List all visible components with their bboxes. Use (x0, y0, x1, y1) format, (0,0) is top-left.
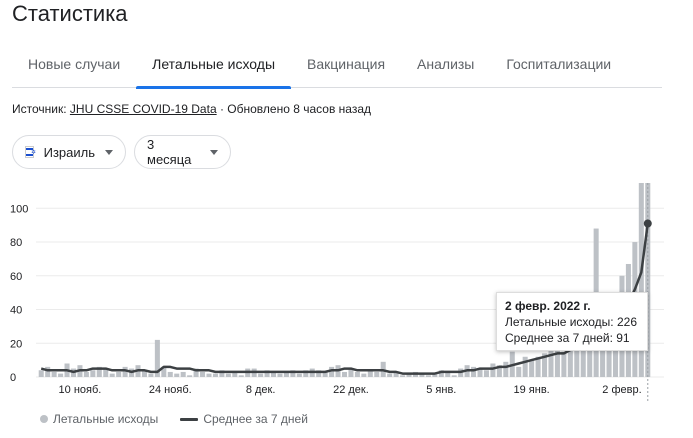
bar (277, 373, 283, 377)
x-tick-label: 10 нояб. (59, 384, 102, 396)
x-tick-label: 22 дек. (333, 384, 369, 396)
x-tick-label: 19 янв. (514, 384, 550, 396)
source-link[interactable]: JHU CSSE COVID-19 Data (70, 102, 217, 116)
bar (387, 373, 393, 377)
bar (109, 373, 115, 377)
source-prefix: Источник: (12, 102, 70, 116)
x-tick-label: 8 дек. (246, 384, 276, 396)
x-tick-label: 24 нояб. (149, 384, 192, 396)
tooltip-avg: Среднее за 7 дней: 91 (505, 331, 630, 345)
period-label: 3 месяца (147, 137, 192, 167)
y-tick-label: 80 (10, 237, 22, 249)
bar (374, 371, 380, 377)
bar (258, 373, 264, 377)
bar (167, 371, 173, 377)
tooltip-deaths: Летальные исходы: 226 (505, 315, 637, 329)
bar (503, 361, 509, 377)
bar (561, 351, 567, 377)
bar (490, 363, 496, 377)
y-tick-label: 0 (10, 372, 16, 384)
bar (187, 375, 193, 377)
bar (58, 373, 64, 377)
bar (451, 375, 457, 377)
bar (180, 371, 186, 377)
bar (361, 373, 367, 377)
tab-new-cases[interactable]: Новые случаи (12, 46, 136, 88)
bar (45, 366, 51, 377)
bar (522, 356, 528, 377)
bar (225, 373, 231, 377)
bar (296, 373, 302, 377)
caret-down-icon (210, 149, 218, 155)
bar (471, 366, 477, 377)
chart-legend: Летальные исходы Среднее за 7 дней (40, 412, 308, 426)
bar (425, 375, 431, 377)
caret-down-icon (105, 149, 113, 155)
bar (483, 370, 489, 377)
bar (574, 346, 580, 377)
y-axis-labels: 0 20 40 60 80 100 (10, 203, 28, 384)
bar (212, 373, 218, 377)
bar (38, 370, 44, 377)
legend-line-swatch (180, 417, 199, 421)
israel-flag-icon: ✡ (25, 146, 36, 158)
bar (238, 375, 244, 377)
tab-tests[interactable]: Анализы (401, 46, 490, 88)
x-tick-label: 2 февр. (602, 384, 641, 396)
bar (516, 366, 522, 377)
bar (148, 373, 154, 377)
tab-vaccination[interactable]: Вакцинация (291, 46, 401, 88)
bar (200, 371, 206, 377)
bar (206, 373, 212, 377)
bar (529, 360, 535, 377)
bar (354, 371, 360, 377)
country-label: Израиль (43, 144, 95, 160)
tab-hospitalizations[interactable]: Госпитализации (490, 46, 627, 88)
y-tick-label: 20 (10, 338, 22, 350)
y-tick-label: 100 (10, 203, 28, 215)
bar (90, 370, 96, 377)
period-select[interactable]: 3 месяца (134, 135, 231, 169)
x-tick-label: 5 янв. (426, 384, 456, 396)
bar (174, 373, 180, 377)
legend-bar-swatch (40, 415, 48, 423)
x-axis-labels: 10 нояб. 24 нояб. 8 дек. 22 дек. 5 янв. 19 ян… (59, 384, 642, 396)
tab-deaths[interactable]: Летальные исходы (136, 46, 291, 89)
bar (51, 371, 57, 377)
source-line: Источник: JHU CSSE COVID-19 Data · Обнов… (12, 102, 371, 116)
legend-bars-label: Летальные исходы (53, 412, 159, 426)
page-title: Статистика (12, 1, 128, 26)
chart-tooltip: 2 февр. 2022 г. Летальные исходы: 226 Ср… (496, 292, 648, 351)
bar (341, 371, 348, 377)
hover-dot (643, 219, 652, 228)
country-select[interactable]: ✡ Израиль (12, 135, 126, 169)
tooltip-date: 2 февр. 2022 г. (505, 299, 591, 313)
bar (116, 371, 122, 377)
updated-text: · Обновлено 8 часов назад (216, 102, 372, 116)
tab-bar: Новые случаи Летальные исходы Вакцинация… (12, 46, 662, 89)
y-tick-label: 60 (10, 271, 22, 283)
bar (83, 371, 89, 377)
bar (400, 375, 406, 377)
y-tick-label: 40 (10, 305, 22, 317)
legend-line-label: Среднее за 7 дней (203, 412, 308, 426)
